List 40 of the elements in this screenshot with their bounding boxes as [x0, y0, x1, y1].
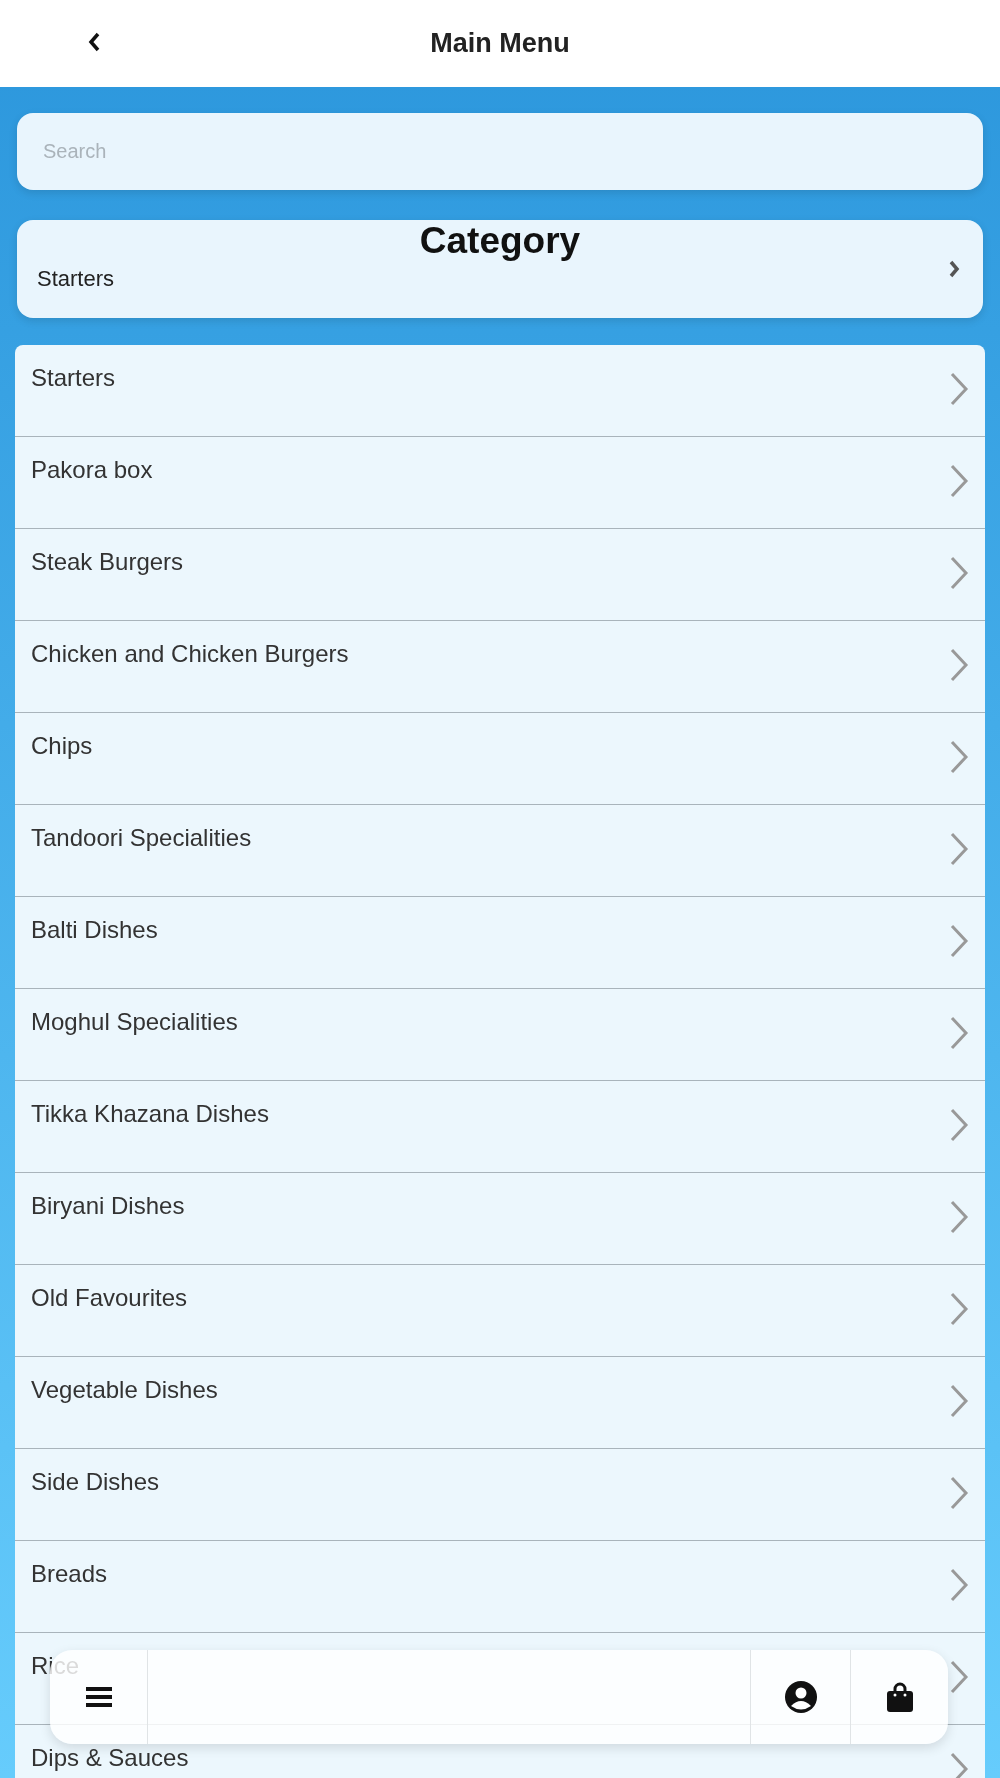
- chevron-right-icon: [949, 1752, 969, 1778]
- chevron-right-icon: [949, 1108, 969, 1142]
- category-item[interactable]: Vegetable Dishes: [15, 1357, 985, 1449]
- chevron-right-icon: [949, 1568, 969, 1602]
- chevron-left-icon: [87, 31, 101, 53]
- chevron-right-icon: [949, 1384, 969, 1418]
- user-circle-icon: [784, 1681, 817, 1713]
- category-item[interactable]: Chips: [15, 713, 985, 805]
- chevron-right-icon: [948, 260, 960, 278]
- shopping-bag-icon: [886, 1682, 913, 1712]
- chevron-right-icon: [949, 556, 969, 590]
- category-item[interactable]: Moghul Specialities: [15, 989, 985, 1081]
- category-item[interactable]: Biryani Dishes: [15, 1173, 985, 1265]
- chevron-right-icon: [949, 372, 969, 406]
- chevron-right-icon: [949, 1476, 969, 1510]
- chevron-right-icon: [949, 1292, 969, 1326]
- category-item[interactable]: Tandoori Specialities: [15, 805, 985, 897]
- chevron-right-icon: [949, 464, 969, 498]
- chevron-right-icon: [949, 1200, 969, 1234]
- chevron-right-icon: [949, 924, 969, 958]
- category-item[interactable]: Chicken and Chicken Burgers: [15, 621, 985, 713]
- chevron-right-icon: [949, 1660, 969, 1694]
- category-item[interactable]: Old Favourites: [15, 1265, 985, 1357]
- category-selector[interactable]: Category Starters: [17, 220, 983, 318]
- chevron-right-icon: [949, 1016, 969, 1050]
- chevron-right-icon: [949, 832, 969, 866]
- category-value: Starters: [37, 266, 115, 292]
- category-item[interactable]: Balti Dishes: [15, 897, 985, 989]
- menu-icon: [85, 1686, 112, 1708]
- category-title: Category: [419, 220, 581, 262]
- category-item[interactable]: Side Dishes: [15, 1449, 985, 1541]
- page-title: Main Menu: [430, 28, 570, 59]
- chevron-right-icon: [949, 648, 969, 682]
- category-item[interactable]: Breads: [15, 1541, 985, 1633]
- category-item[interactable]: Starters: [15, 345, 985, 437]
- search-field[interactable]: Search: [17, 113, 983, 190]
- category-item[interactable]: Steak Burgers: [15, 529, 985, 621]
- category-item[interactable]: Pakora box: [15, 437, 985, 529]
- category-item[interactable]: Tikka Khazana Dishes: [15, 1081, 985, 1173]
- chevron-right-icon: [949, 740, 969, 774]
